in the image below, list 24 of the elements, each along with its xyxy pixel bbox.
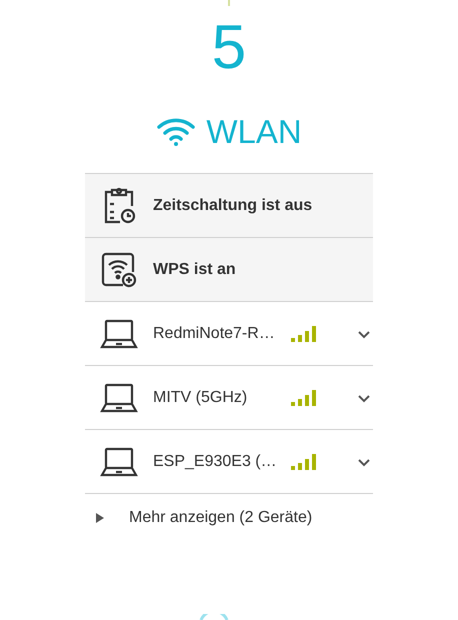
device-name: RedmiNote7-R…	[153, 324, 276, 344]
device-row[interactable]: RedmiNote7-R…	[85, 302, 373, 366]
status-label: Zeitschaltung ist aus	[153, 196, 312, 216]
device-row[interactable]: ESP_E930E3 (…	[85, 430, 373, 494]
device-name: MITV (5GHz)	[153, 388, 248, 408]
wifi-icon	[156, 117, 196, 147]
device-name: ESP_E930E3 (…	[153, 452, 278, 472]
device-row[interactable]: MITV (5GHz)	[85, 366, 373, 430]
status-row[interactable]: WPS ist an	[85, 238, 373, 302]
show-more-link[interactable]: Mehr anzeigen (2 Geräte)	[85, 506, 312, 530]
arc-icon	[199, 614, 229, 620]
laptop-icon	[100, 318, 138, 348]
wifi-plus-icon	[101, 252, 137, 288]
signal-icon	[291, 454, 317, 470]
clipboard-clock-icon	[102, 186, 136, 224]
status-label: WPS ist an	[153, 260, 236, 280]
triangle-icon	[95, 512, 105, 524]
signal-icon	[291, 326, 317, 342]
laptop-icon	[100, 382, 138, 412]
signal-icon	[291, 390, 317, 406]
status-row[interactable]: Zeitschaltung ist aus	[85, 174, 373, 238]
laptop-icon	[100, 446, 138, 476]
count: 5	[212, 12, 246, 84]
section-title: WLAN	[206, 112, 302, 152]
